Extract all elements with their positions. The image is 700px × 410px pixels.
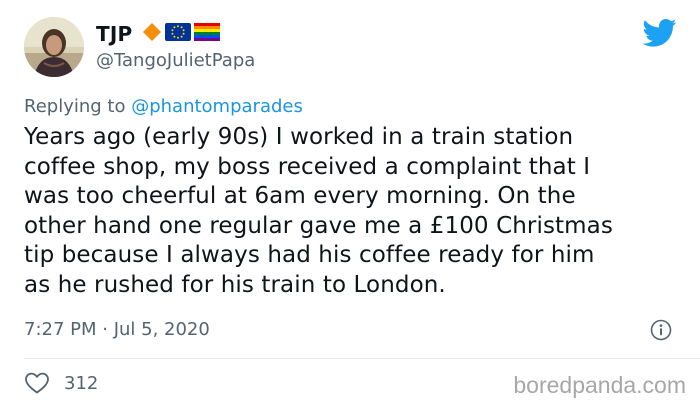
twitter-bird-icon[interactable] bbox=[642, 18, 677, 48]
tweet-line: was too cheerful at 6am every morning. O… bbox=[24, 183, 576, 210]
like-button[interactable]: 312 bbox=[24, 371, 98, 395]
divider bbox=[24, 358, 700, 359]
badges bbox=[142, 22, 223, 46]
tweet-timestamp[interactable]: 7:27 PM · Jul 5, 2020 bbox=[24, 319, 210, 340]
display-name[interactable]: TJP bbox=[96, 22, 132, 46]
rainbow-flag-icon bbox=[194, 23, 221, 45]
tweet-line: coffee shop, my boss received a complain… bbox=[24, 153, 591, 180]
tweet-line: tip because I always had his coffee read… bbox=[24, 242, 595, 269]
watermark: boredpanda.com bbox=[513, 372, 686, 398]
heart-icon[interactable] bbox=[24, 371, 50, 395]
reply-context: Replying to @phantomparades bbox=[24, 96, 303, 117]
reply-mention-link[interactable]: @phantomparades bbox=[131, 96, 303, 117]
tweet-line: as he rushed for his train to London. bbox=[24, 271, 446, 298]
tweet-line: other hand one regular gave me a £100 Ch… bbox=[24, 212, 613, 239]
info-icon[interactable] bbox=[650, 319, 672, 341]
author-handle[interactable]: @TangoJulietPapa bbox=[96, 50, 255, 71]
orange-diamond-icon bbox=[142, 22, 162, 46]
tweet-line: Years ago (early 90s) I worked in a trai… bbox=[24, 124, 574, 150]
like-count: 312 bbox=[64, 372, 99, 394]
avatar[interactable] bbox=[24, 17, 84, 77]
tweet-text: Years ago (early 90s) I worked in a trai… bbox=[24, 123, 684, 301]
reply-prefix: Replying to bbox=[24, 96, 126, 117]
avatar-image bbox=[24, 17, 84, 77]
author-name-row: TJP bbox=[96, 21, 223, 47]
eu-flag-icon bbox=[165, 23, 192, 45]
